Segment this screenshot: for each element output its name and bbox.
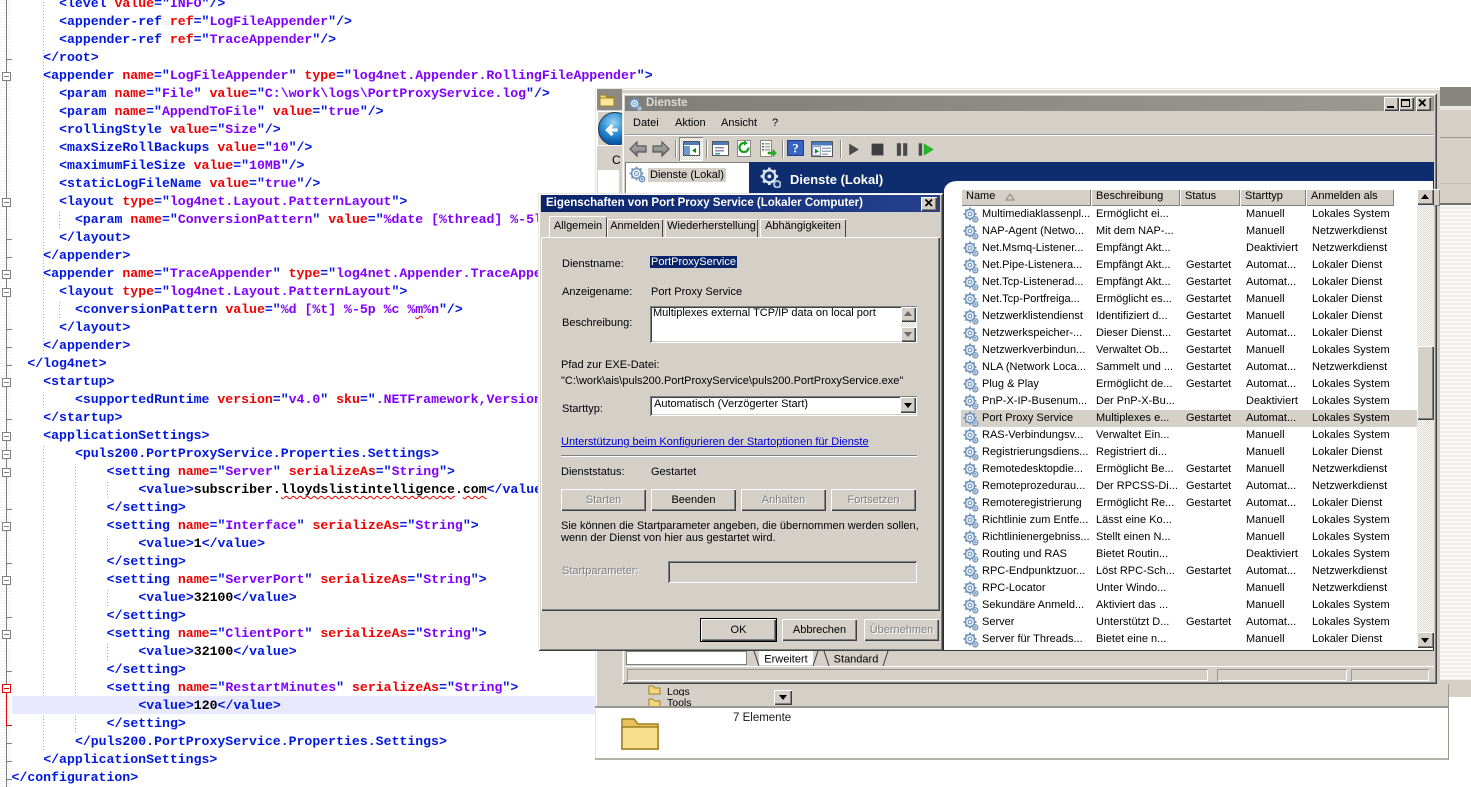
svg-text:?: ? xyxy=(792,141,799,156)
svg-text:Standard: Standard xyxy=(834,654,879,666)
svg-text:Erweitert: Erweitert xyxy=(764,654,807,666)
